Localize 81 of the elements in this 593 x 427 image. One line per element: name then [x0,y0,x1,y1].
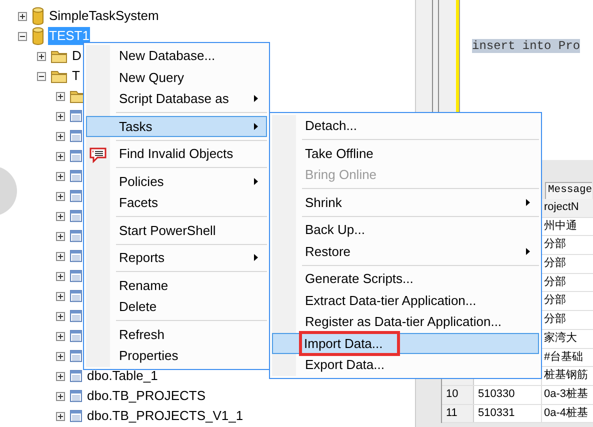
menu-item[interactable]: Shrink [272,192,539,213]
table-cell: #台基础 [544,350,584,362]
submenu-arrow-icon [254,178,258,185]
tree-item[interactable]: T [71,67,81,85]
menu-item[interactable]: Tasks [86,116,267,137]
expand-icon[interactable] [56,192,65,200]
table-cell: 分部 [544,313,566,326]
menu-item[interactable]: Refresh [86,324,267,345]
expand-icon[interactable] [56,112,65,120]
expand-icon[interactable] [56,252,65,260]
menu-item[interactable]: Rename [86,274,267,296]
expand-icon[interactable] [56,272,65,280]
menu-item[interactable]: Restore [272,240,539,262]
database-icon [32,7,44,25]
tree-item[interactable]: D [71,47,82,65]
expand-icon[interactable] [56,352,65,360]
menu-item[interactable]: Policies [86,170,267,192]
submenu-arrow-icon [254,254,258,262]
expand-icon[interactable] [37,52,46,60]
menu-item[interactable]: Find Invalid Objects [86,143,267,164]
menu-item[interactable]: Extract Data-tier Application... [272,290,539,311]
messages-tab[interactable]: Message [545,182,592,199]
menu-item[interactable]: Export Data... [272,354,539,376]
database-icon [32,27,44,45]
row-header: 10 [442,386,474,404]
submenu-arrow-icon [254,95,258,102]
table-cell: 510330 [478,388,515,400]
table-cell: 0a-3桩基 [544,388,588,400]
menu-item[interactable]: Properties [86,345,267,366]
expand-icon[interactable] [56,412,65,420]
collapse-icon[interactable] [37,72,46,80]
tree-item[interactable]: dbo.TB_PROJECTS_V1_1 [86,407,244,425]
expand-icon[interactable] [56,372,65,380]
expand-icon[interactable] [56,292,65,300]
menu-item[interactable]: Generate Scripts... [272,268,539,290]
menu-item[interactable]: Reports [86,247,267,268]
table-icon [70,390,82,402]
expand-icon[interactable] [56,132,65,140]
expand-icon[interactable] [56,172,65,180]
table-cell: 分部 [544,294,566,306]
table-cell: 分部 [544,257,566,270]
submenu-arrow-icon [526,248,530,255]
collapse-icon[interactable] [18,32,27,40]
menu-item[interactable]: Register as Data-tier Application... [272,311,539,332]
table-cell: 桩基钢筋 [544,369,588,382]
table-cell: 510331 [478,406,515,419]
menu-item[interactable]: Import Data... [272,332,539,354]
folder-icon [51,49,67,63]
tree-item[interactable]: SimpleTaskSystem [48,7,160,25]
table-cell: 家湾大 [544,332,577,344]
expand-icon[interactable] [18,12,27,20]
expand-icon[interactable] [56,232,65,240]
table-cell: 分部 [544,238,566,250]
menu-item[interactable]: Take Offline [272,142,539,164]
menu-item[interactable]: Back Up... [272,219,539,240]
comment-icon [89,147,107,163]
expand-icon[interactable] [56,92,65,100]
submenu-arrow-icon [526,198,530,206]
tree-item[interactable]: dbo.TB_PROJECTS [86,387,206,405]
folder-icon [51,69,67,83]
table-icon [70,410,82,422]
menu-item[interactable]: Detach... [272,115,539,136]
expand-icon[interactable] [56,312,65,320]
expand-icon[interactable] [56,392,65,400]
expand-icon[interactable] [56,332,65,340]
table-icon [70,370,82,382]
menu-item[interactable]: New Database... [86,45,267,66]
table-cell: 分部 [544,276,566,288]
row-header: 11 [442,404,474,422]
menu-item[interactable]: New Query [86,66,267,88]
submenu-arrow-icon [254,122,258,130]
menu-item[interactable]: Script Database as [86,88,267,110]
menu-item[interactable]: Start PowerShell [86,220,267,241]
expand-icon[interactable] [56,152,65,160]
column-header: rojectN [543,200,580,215]
table-cell: 州中通 [544,220,577,232]
menu-item[interactable]: Facets [86,192,267,214]
table-cell: 0a-4桩基 [544,406,588,419]
menu-item[interactable]: Delete [86,296,267,318]
expand-icon[interactable] [56,212,65,220]
tree-item[interactable]: dbo.Table_1 [86,367,159,385]
